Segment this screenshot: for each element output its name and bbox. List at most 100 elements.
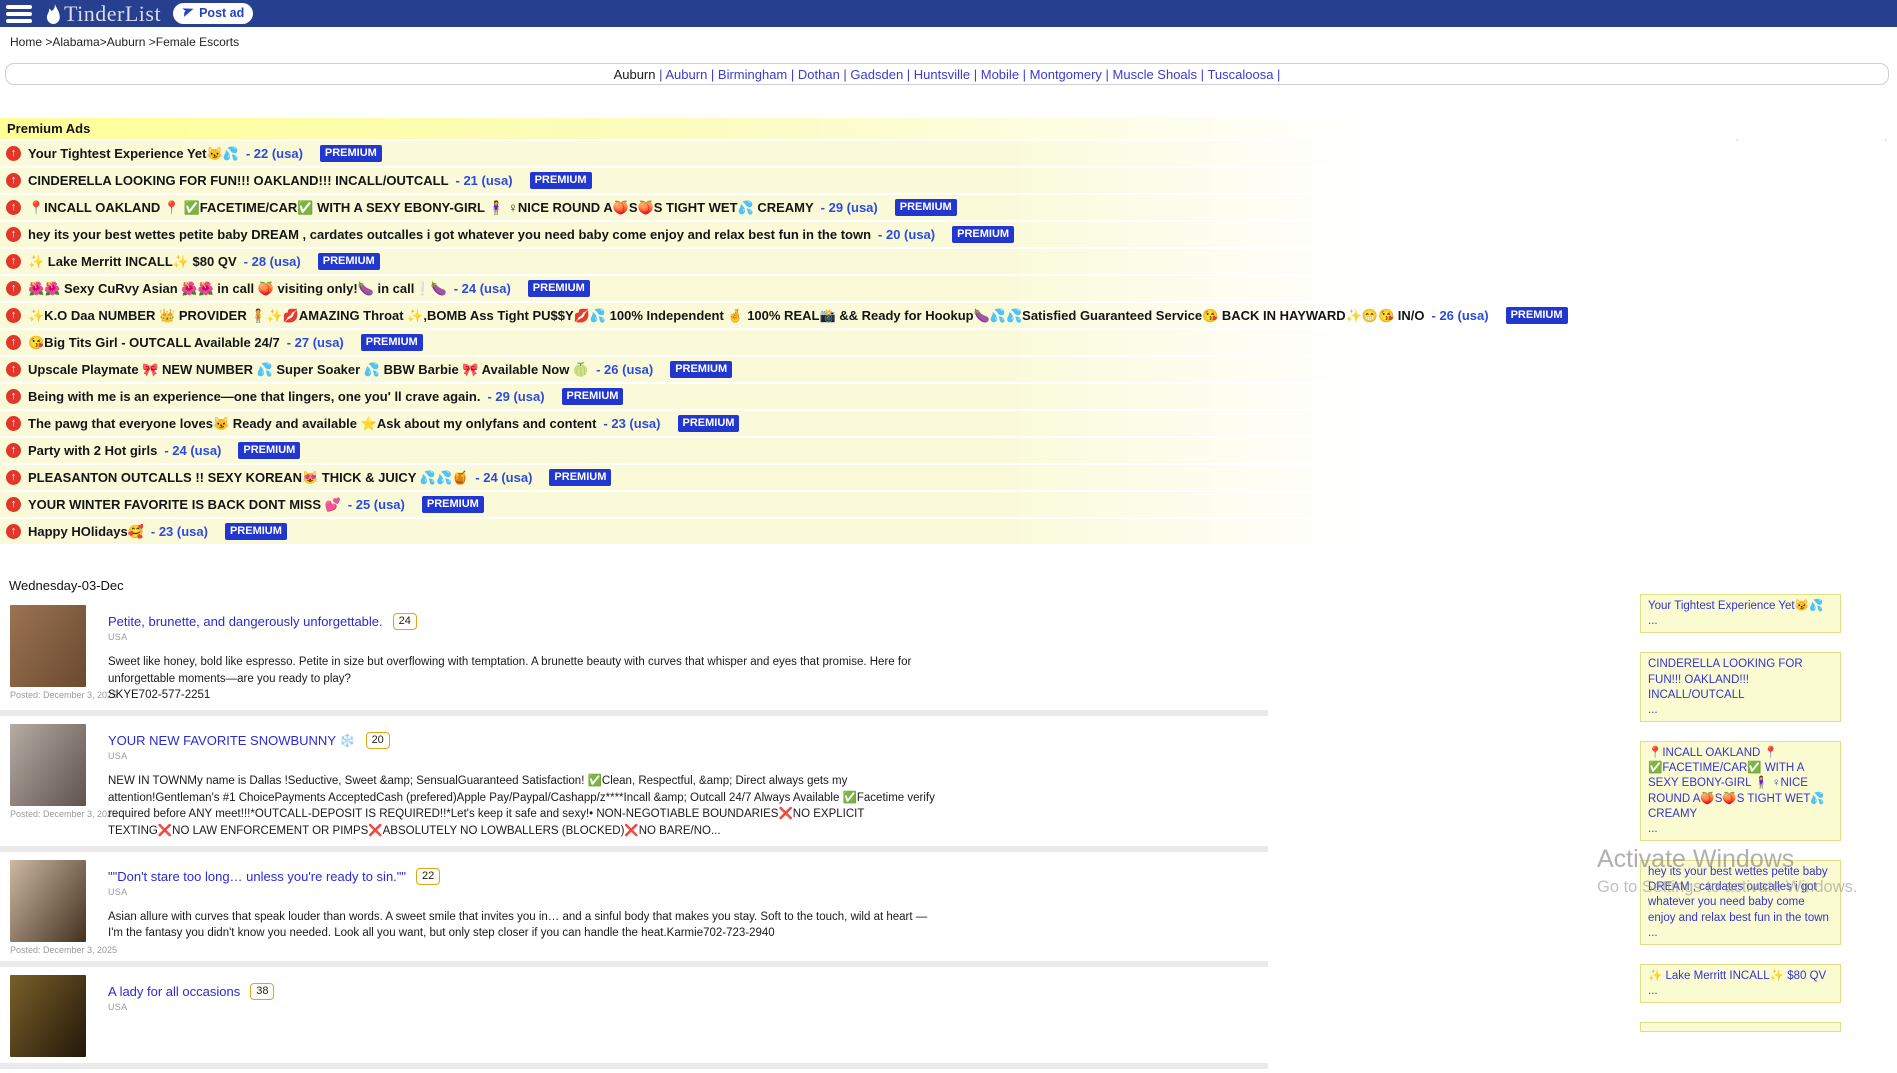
premium-ad-title[interactable]: hey its your best wettes petite baby DRE… [28,227,871,242]
city-link[interactable]: Montgomery [1030,67,1102,82]
premium-ad-title[interactable]: Upscale Playmate 🎀 NEW NUMBER 💦 Super So… [28,362,589,378]
premium-ad-row[interactable]: ↑ 😘Big Tits Girl - OUTCALL Available 24/… [0,330,1897,355]
city-link[interactable]: Mobile [981,67,1019,82]
listing-title-link[interactable]: Petite, brunette, and dangerously unforg… [108,614,383,629]
tinder-flame-icon [44,4,62,24]
cards-list: Posted: December 3, 2025 Petite, brunett… [0,601,1268,1069]
premium-ad-row[interactable]: ↑ CINDERELLA LOOKING FOR FUN!!! OAKLAND!… [0,168,1897,193]
listing-title-link[interactable]: ""Don't stare too long… unless you're re… [108,869,406,884]
listing-location: USA [108,751,938,761]
premium-ad-row[interactable]: ↑ 🌺🌺 Sexy CuRvy Asian 🌺🌺 in call 🍑 visit… [0,276,1897,301]
sidebar-premium-title[interactable]: 📍INCALL OAKLAND 📍 ✅FACETIME/CAR✅ WITH A … [1648,746,1833,822]
sidebar-premium-title[interactable]: CINDERELLA LOOKING FOR FUN!!! OAKLAND!!!… [1648,657,1833,703]
card-divider [0,1063,1268,1069]
sidebar-more-ellipsis: ... [1648,984,1833,999]
premium-ad-title[interactable]: Party with 2 Hot girls [28,443,157,458]
premium-badge: PREMIUM [361,334,423,351]
premium-ad-row[interactable]: ↑ YOUR WINTER FAVORITE IS BACK DONT MISS… [0,492,1897,517]
premium-ad-age: - 23 (usa) [151,524,208,539]
premium-ad-title[interactable]: YOUR WINTER FAVORITE IS BACK DONT MISS 💕 [28,497,341,513]
sidebar-premium-title[interactable]: hey its your best wettes petite baby DRE… [1648,865,1833,926]
city-link[interactable]: Auburn [665,67,707,82]
city-link[interactable]: Muscle Shoals [1113,67,1198,82]
sidebar-premium-title[interactable]: Your Tightest Experience Yet😼💦 [1648,599,1833,614]
city-links: | Auburn | Birmingham | Dothan | Gadsden… [655,67,1280,82]
sidebar-premium-box[interactable]: ✨ Lake Merritt INCALL✨ $80 QV ... [1640,964,1841,1003]
listing-location: USA [108,1002,274,1012]
city-links-bar: Auburn | Auburn | Birmingham | Dothan | … [5,63,1889,85]
city-link[interactable]: Birmingham [718,67,787,82]
listing-thumbnail[interactable] [10,975,86,1057]
city-separator: | [707,67,718,82]
city-link[interactable]: Dothan [798,67,840,82]
card-divider [0,846,1268,852]
listing-description: Sweet like honey, bold like espresso. Pe… [108,654,938,687]
listing-description: NEW IN TOWNMy name is Dallas !Seductive,… [108,773,938,840]
premium-ad-title[interactable]: 📍INCALL OAKLAND 📍 ✅FACETIME/CAR✅ WITH A … [28,200,814,216]
listing-thumbnail[interactable] [10,724,86,806]
listing-card-left: Posted: December 3, 2025 [10,605,90,704]
city-link[interactable]: Gadsden [850,67,903,82]
premium-ad-title[interactable]: CINDERELLA LOOKING FOR FUN!!! OAKLAND!!!… [28,173,449,188]
premium-ads-list: ↑ Your Tightest Experience Yet😼💦 - 22 (u… [0,141,1897,544]
listing-age-badge: 20 [366,732,390,749]
paper-plane-icon [182,5,195,21]
sidebar-premium-box[interactable]: hey its your best wettes petite baby DRE… [1640,860,1841,945]
sidebar-premium-box[interactable]: CINDERELLA LOOKING FOR FUN!!! OAKLAND!!!… [1640,652,1841,722]
premium-ad-row[interactable]: ↑ 📍INCALL OAKLAND 📍 ✅FACETIME/CAR✅ WITH … [0,195,1897,220]
premium-ad-title[interactable]: 😘Big Tits Girl - OUTCALL Available 24/7 [28,335,280,351]
premium-ad-row[interactable]: ↑ ✨K.O Daa NUMBER 👑 PROVIDER 🧍✨💋AMAZING … [0,303,1897,328]
listing-title-link[interactable]: A lady for all occasions [108,984,240,999]
top-navbar: TinderList Post ad [0,0,1897,27]
premium-ad-row[interactable]: ↑ Your Tightest Experience Yet😼💦 - 22 (u… [0,141,1897,166]
premium-ad-row[interactable]: ↑ Party with 2 Hot girls - 24 (usa) PREM… [0,438,1897,463]
listing-card-left: Posted: December 3, 2025 [10,724,90,840]
premium-ad-title[interactable]: PLEASANTON OUTCALLS !! SEXY KOREAN😻 THIC… [28,470,468,486]
sidebar-premium-box[interactable]: Your Tightest Experience Yet😼💦 ... [1640,594,1841,633]
listing-description: Asian allure with curves that speak loud… [108,909,938,942]
listing-card-body: ""Don't stare too long… unless you're re… [108,860,938,955]
listing-age-badge: 22 [416,868,440,885]
post-ad-button[interactable]: Post ad [173,3,253,24]
city-separator: | [970,67,981,82]
breadcrumb[interactable]: Home >Alabama>Auburn >Female Escorts [10,35,239,49]
premium-ad-row[interactable]: ↑ ✨ Lake Merritt INCALL✨ $80 QV - 28 (us… [0,249,1897,274]
sidebar-premium-title[interactable]: ✨ Lake Merritt INCALL✨ $80 QV [1648,969,1833,984]
premium-ad-title[interactable]: ✨ Lake Merritt INCALL✨ $80 QV [28,254,237,270]
premium-ad-title[interactable]: The pawg that everyone loves😼 Ready and … [28,416,596,432]
site-logo[interactable]: TinderList [44,1,161,27]
sidebar-premium-box[interactable] [1640,1022,1841,1032]
premium-ad-title[interactable]: Your Tightest Experience Yet😼💦 [28,146,239,162]
premium-ad-age: - 27 (usa) [287,335,344,350]
bump-up-icon: ↑ [6,362,21,377]
premium-ad-title[interactable]: Happy HOlidays🥰 [28,524,144,540]
premium-ad-row[interactable]: ↑ Being with me is an experience—one tha… [0,384,1897,409]
premium-ad-age: - 26 (usa) [1432,308,1489,323]
city-separator: | [655,67,665,82]
premium-ad-row[interactable]: ↑ The pawg that everyone loves😼 Ready an… [0,411,1897,436]
premium-ad-row[interactable]: ↑ hey its your best wettes petite baby D… [0,222,1897,247]
premium-ad-row[interactable]: ↑ Happy HOlidays🥰 - 23 (usa) PREMIUM [0,519,1897,544]
premium-ad-title[interactable]: Being with me is an experience—one that … [28,389,480,404]
premium-ad-age: - 29 (usa) [487,389,544,404]
sidebar-premium-box[interactable]: 📍INCALL OAKLAND 📍 ✅FACETIME/CAR✅ WITH A … [1640,741,1841,841]
premium-ad-title[interactable]: 🌺🌺 Sexy CuRvy Asian 🌺🌺 in call 🍑 visitin… [28,281,447,297]
city-link[interactable]: Tuscaloosa [1207,67,1273,82]
premium-badge: PREMIUM [1506,307,1568,324]
premium-ad-age: - 29 (usa) [821,200,878,215]
premium-ad-row[interactable]: ↑ PLEASANTON OUTCALLS !! SEXY KOREAN😻 TH… [0,465,1897,490]
premium-ad-age: - 24 (usa) [475,470,532,485]
premium-ads-heading: Premium Ads [0,118,1897,139]
city-current[interactable]: Auburn [614,67,656,82]
premium-ad-age: - 25 (usa) [348,497,405,512]
premium-ad-row[interactable]: ↑ Upscale Playmate 🎀 NEW NUMBER 💦 Super … [0,357,1897,382]
hamburger-menu-icon[interactable] [6,5,32,23]
city-link[interactable]: Huntsville [914,67,970,82]
premium-ad-title[interactable]: ✨K.O Daa NUMBER 👑 PROVIDER 🧍✨💋AMAZING Th… [28,308,1425,324]
listing-thumbnail[interactable] [10,605,86,687]
bump-up-icon: ↑ [6,497,21,512]
listing-thumbnail[interactable] [10,860,86,942]
premium-badge: PREMIUM [530,172,592,189]
listing-title-link[interactable]: YOUR NEW FAVORITE SNOWBUNNY ❄️ [108,733,356,749]
premium-badge: PREMIUM [952,226,1014,243]
